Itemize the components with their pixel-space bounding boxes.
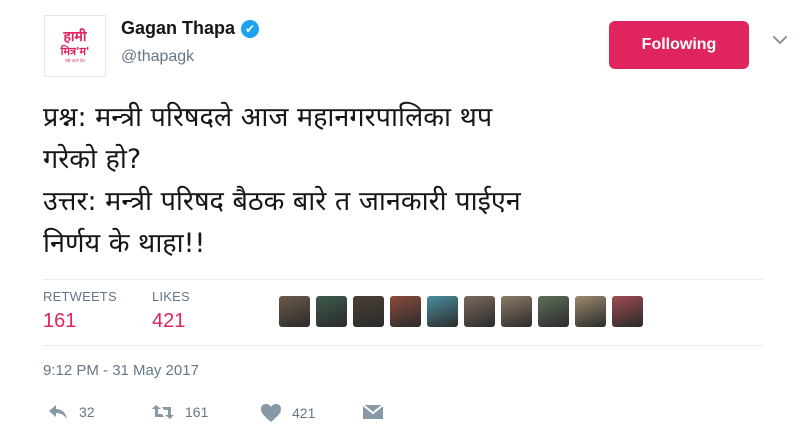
- reply-count: 32: [79, 404, 95, 420]
- liker-avatar[interactable]: [538, 296, 569, 327]
- liker-avatar[interactable]: [316, 296, 347, 327]
- display-name-text: Gagan Thapa: [121, 18, 236, 38]
- liker-avatar[interactable]: [353, 296, 384, 327]
- avatar-text-line1: हामी: [63, 29, 87, 45]
- liker-avatar[interactable]: [464, 296, 495, 327]
- liker-avatar[interactable]: [390, 296, 421, 327]
- avatar[interactable]: हामी मित्र'म' सबै अट्ने देश: [44, 15, 106, 77]
- retweets-count: 161: [43, 310, 77, 332]
- tweet-text: प्रश्न: मन्त्री परिषदले आज महानगरपालिका …: [43, 97, 763, 265]
- liker-avatar[interactable]: [427, 296, 458, 327]
- divider: [43, 279, 763, 280]
- tweet-line: निर्णय के थाहा!!: [43, 228, 206, 259]
- liker-avatar[interactable]: [279, 296, 310, 327]
- timestamp[interactable]: 9:12 PM - 31 May 2017: [43, 362, 199, 379]
- heart-icon: [261, 404, 281, 422]
- tweet-line: गरेको हो?: [43, 144, 142, 175]
- liker-avatars: [279, 296, 643, 327]
- envelope-icon: [362, 404, 384, 419]
- verified-badge-icon: ✔: [241, 19, 260, 38]
- chevron-down-icon[interactable]: [770, 30, 790, 50]
- direct-message-button[interactable]: [362, 403, 384, 421]
- like-count: 421: [292, 405, 316, 421]
- user-handle[interactable]: @thapagk: [121, 48, 194, 66]
- retweet-icon: [152, 405, 174, 419]
- like-button[interactable]: 421: [260, 403, 315, 423]
- display-name[interactable]: Gagan Thapa ✔: [121, 18, 260, 39]
- avatar-text-line2: मित्र'म': [60, 45, 90, 58]
- liker-avatar[interactable]: [575, 296, 606, 327]
- avatar-text-line3: सबै अट्ने देश: [65, 58, 85, 63]
- tweet-line: उत्तर: मन्त्री परिषद बैठक बारे त जानकारी…: [43, 186, 521, 217]
- likes-label: LIKES: [152, 289, 190, 304]
- liker-avatar[interactable]: [501, 296, 532, 327]
- liker-avatar[interactable]: [612, 296, 643, 327]
- following-button[interactable]: Following: [609, 21, 749, 69]
- likes-count: 421: [152, 310, 186, 332]
- tweet-line: प्रश्न: मन्त्री परिषदले आज महानगरपालिका …: [43, 102, 493, 133]
- reply-icon: [49, 405, 67, 419]
- reply-button[interactable]: 32: [47, 403, 95, 421]
- retweet-count: 161: [185, 404, 209, 420]
- retweets-label: RETWEETS: [43, 289, 117, 304]
- retweet-button[interactable]: 161: [151, 403, 208, 421]
- likes-stat[interactable]: LIKES 421: [152, 289, 190, 333]
- divider: [43, 345, 763, 346]
- retweets-stat[interactable]: RETWEETS 161: [43, 289, 117, 333]
